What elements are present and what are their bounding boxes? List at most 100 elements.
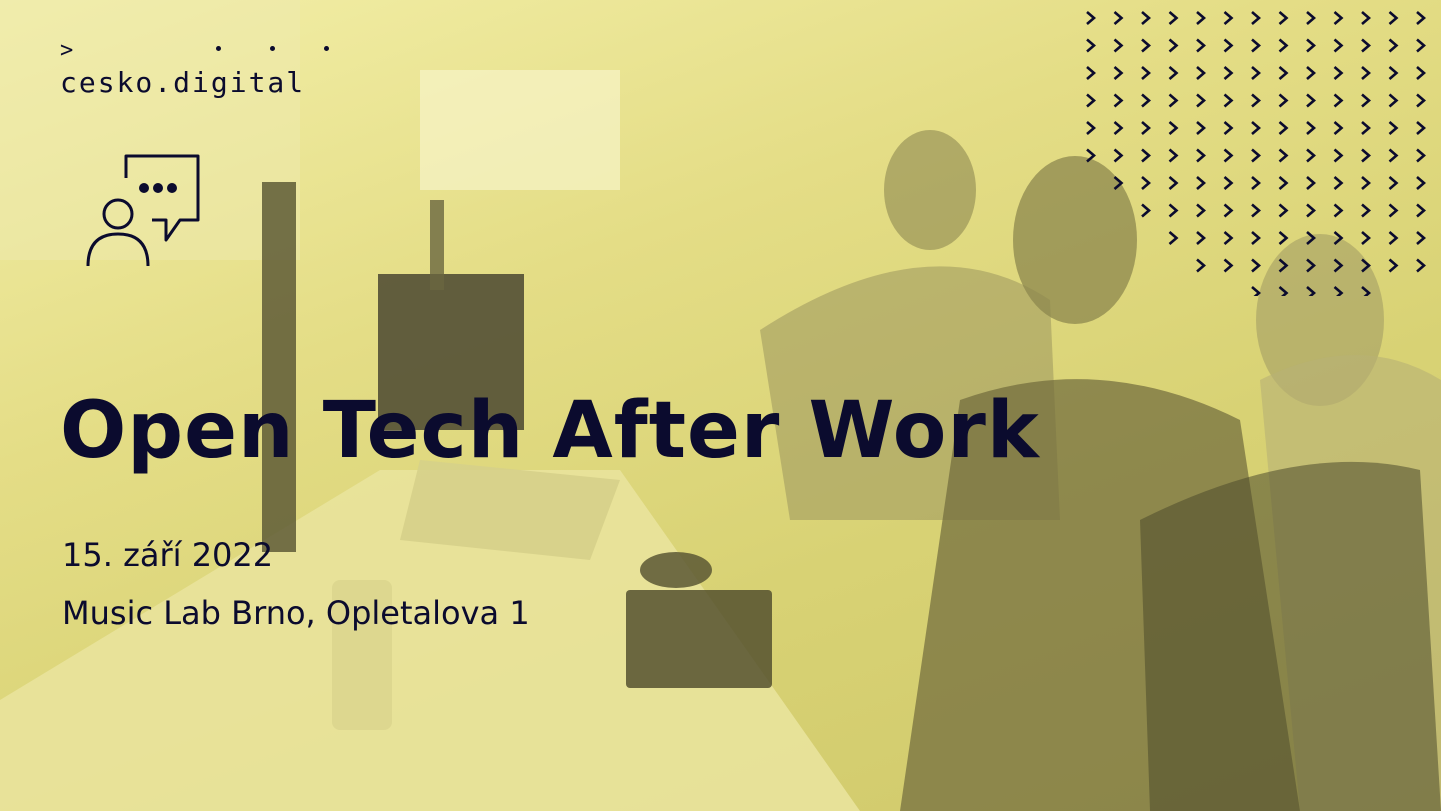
chevron-mark (1251, 148, 1261, 163)
chevron-mark (1333, 258, 1344, 273)
chevron-mark (1278, 176, 1289, 190)
chevron-mark (1251, 66, 1261, 80)
chevron-mark (1278, 286, 1289, 296)
chevron-mark (1361, 11, 1371, 25)
chevron-mark (1223, 231, 1234, 245)
chevron-mark (1086, 121, 1096, 135)
chevron-mark (1196, 11, 1206, 25)
chevron-mark (1223, 11, 1234, 25)
chevron-mark (1306, 203, 1316, 218)
chevron-mark (1416, 148, 1426, 163)
chevron-mark (1168, 38, 1179, 53)
chevron-mark (1306, 148, 1316, 163)
chevron-mark (1113, 148, 1124, 163)
chevron-mark (1388, 258, 1399, 273)
chevron-mark (1306, 176, 1316, 190)
chevron-mark (1113, 176, 1124, 190)
chevron-mark (1223, 38, 1234, 53)
logo-accent-dots (216, 46, 336, 52)
logo-wordmark: cesko.digital (60, 66, 306, 99)
chevron-mark (1388, 203, 1399, 218)
chevron-mark (1278, 148, 1289, 163)
chevron-mark (1388, 176, 1399, 190)
chevron-mark (1361, 286, 1371, 296)
chevron-mark (1196, 121, 1206, 135)
chevron-mark (1306, 11, 1316, 25)
chevron-mark (1333, 38, 1344, 53)
chevron-mark (1113, 38, 1124, 53)
chevron-mark (1168, 66, 1179, 80)
chevron-mark (1388, 93, 1399, 108)
chevron-mark (1306, 93, 1316, 108)
event-title: Open Tech After Work (60, 386, 1040, 476)
chevron-mark (1306, 286, 1316, 296)
chevron-mark (1196, 148, 1206, 163)
chevron-mark (1113, 121, 1124, 135)
chevron-mark (1141, 121, 1151, 135)
chevron-mark (1251, 203, 1261, 218)
chevron-mark (1196, 258, 1206, 273)
chevron-mark (1141, 93, 1151, 108)
chevron-mark (1223, 176, 1234, 190)
chevron-mark (1278, 93, 1289, 108)
chevron-mark (1416, 66, 1426, 80)
chevron-mark (1388, 231, 1399, 245)
chevron-mark (1251, 231, 1261, 245)
chevron-mark (1388, 148, 1399, 163)
chevron-mark (1361, 176, 1371, 190)
chevron-mark (1196, 231, 1206, 245)
chevron-mark (1168, 176, 1179, 190)
chevron-mark (1333, 176, 1344, 190)
chevron-mark (1416, 258, 1426, 273)
chevron-mark (1416, 203, 1426, 218)
chevron-mark (1361, 93, 1371, 108)
chevron-mark (1278, 121, 1289, 135)
chevron-mark (1223, 93, 1234, 108)
chevron-mark (1361, 148, 1371, 163)
chevron-mark (1141, 176, 1151, 190)
chevron-mark (1196, 66, 1206, 80)
chevron-pattern-decoration (1086, 11, 1426, 296)
chevron-mark (1168, 93, 1179, 108)
chevron-mark (1333, 203, 1344, 218)
chevron-mark (1361, 66, 1371, 80)
chevron-mark (1306, 121, 1316, 135)
chevron-mark (1361, 203, 1371, 218)
chevron-mark (1113, 11, 1124, 25)
chevron-mark (1416, 231, 1426, 245)
chevron-mark (1086, 38, 1096, 53)
chevron-mark (1416, 38, 1426, 53)
chevron-mark (1251, 93, 1261, 108)
chevron-mark (1278, 203, 1289, 218)
chevron-mark (1388, 11, 1399, 25)
event-venue: Music Lab Brno, Opletalova 1 (62, 594, 530, 632)
chevron-mark (1113, 93, 1124, 108)
chevron-mark (1416, 93, 1426, 108)
chevron-mark (1086, 148, 1096, 163)
chevron-mark (1333, 11, 1344, 25)
chevron-mark (1333, 231, 1344, 245)
chevron-mark (1141, 203, 1151, 218)
chevron-mark (1196, 203, 1206, 218)
chevron-mark (1333, 286, 1344, 296)
chevron-mark (1223, 121, 1234, 135)
chevron-mark (1361, 121, 1371, 135)
chevron-mark (1361, 231, 1371, 245)
event-banner: > cesko.digital Open Tech After Work 15.… (0, 0, 1441, 811)
chevron-mark (1278, 258, 1289, 273)
chevron-mark (1223, 148, 1234, 163)
chevron-mark (1278, 66, 1289, 80)
chevron-mark (1361, 258, 1371, 273)
chevron-mark (1141, 66, 1151, 80)
chevron-mark (1196, 38, 1206, 53)
chevron-mark (1416, 11, 1426, 25)
chevron-mark (1168, 231, 1179, 245)
chevron-mark (1223, 258, 1234, 273)
chevron-mark (1333, 148, 1344, 163)
chevron-mark (1333, 93, 1344, 108)
chevron-mark (1141, 148, 1151, 163)
chevron-mark (1251, 258, 1261, 273)
chevron-mark (1278, 11, 1289, 25)
chevron-mark (1251, 176, 1261, 190)
chevron-mark (1306, 38, 1316, 53)
